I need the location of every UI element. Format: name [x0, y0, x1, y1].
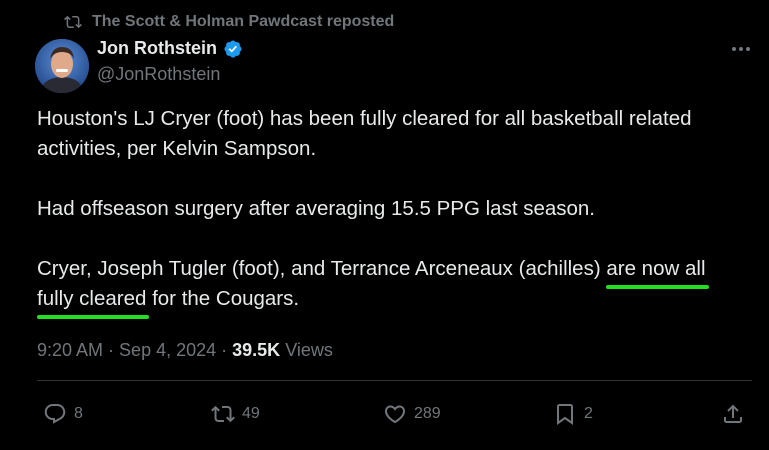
meta-separator: ·	[221, 340, 228, 360]
views-count[interactable]: 39.5K	[232, 340, 280, 361]
highlighted-phrase-2: fully cleared	[37, 284, 150, 319]
repost-count: 49	[242, 405, 260, 422]
bookmark-button[interactable]: 2	[553, 396, 593, 432]
tweet-date[interactable]: Sep 4, 2024	[119, 340, 216, 361]
tweet-time[interactable]: 9:20 AM	[37, 340, 103, 361]
avatar[interactable]	[35, 39, 89, 93]
share-button[interactable]	[721, 396, 745, 432]
repost-button[interactable]: 49	[211, 396, 260, 432]
bookmark-icon	[557, 404, 573, 425]
meta-separator: ·	[108, 340, 115, 360]
green-underline-annotation	[606, 285, 709, 289]
green-underline-annotation	[37, 315, 150, 319]
reply-button[interactable]: 8	[43, 396, 83, 432]
tweet-paragraph-1-line-1: Houston's LJ Cryer (foot) has been fully…	[37, 107, 692, 130]
divider	[37, 380, 752, 381]
avatar-image	[35, 39, 89, 93]
tweet-paragraph-3-line-1: Cryer, Joseph Tugler (foot), and Terranc…	[37, 254, 752, 289]
tweet-paragraph-3-text: Cryer, Joseph Tugler (foot), and Terranc…	[37, 257, 607, 280]
tweet-paragraph-2: Had offseason surgery after averaging 15…	[37, 197, 596, 220]
author-name[interactable]: Jon Rothstein	[97, 38, 217, 59]
more-options-icon[interactable]	[728, 36, 754, 62]
share-icon	[724, 404, 742, 423]
tweet-paragraph-3-ending: for the Cougars.	[146, 287, 300, 310]
repost-icon	[211, 405, 235, 423]
repost-header[interactable]: The Scott & Holman Pawdcast reposted	[64, 10, 394, 34]
tweet-text: Houston's LJ Cryer (foot) has been fully…	[37, 104, 752, 319]
reply-icon	[44, 404, 66, 424]
highlighted-phrase-1: are now all	[606, 254, 709, 289]
like-button[interactable]: 289	[383, 396, 441, 432]
repost-label: The Scott & Holman Pawdcast reposted	[92, 13, 395, 30]
repost-icon	[64, 15, 82, 29]
like-count: 289	[414, 405, 441, 422]
bookmark-count: 2	[584, 405, 593, 422]
tweet-meta: 9:20 AM · Sep 4, 2024 · 39.5K Views	[37, 340, 333, 361]
heart-icon	[384, 405, 406, 424]
tweet-paragraph-1-line-2: activities, per Kelvin Sampson.	[37, 137, 317, 160]
views-label: Views	[285, 340, 333, 360]
reply-count: 8	[74, 405, 83, 422]
author-name-row[interactable]: Jon Rothstein	[97, 38, 243, 59]
action-bar: 8 49 289 2	[0, 396, 769, 432]
author-handle[interactable]: @JonRothstein	[97, 64, 220, 85]
verified-badge-icon	[224, 39, 242, 58]
